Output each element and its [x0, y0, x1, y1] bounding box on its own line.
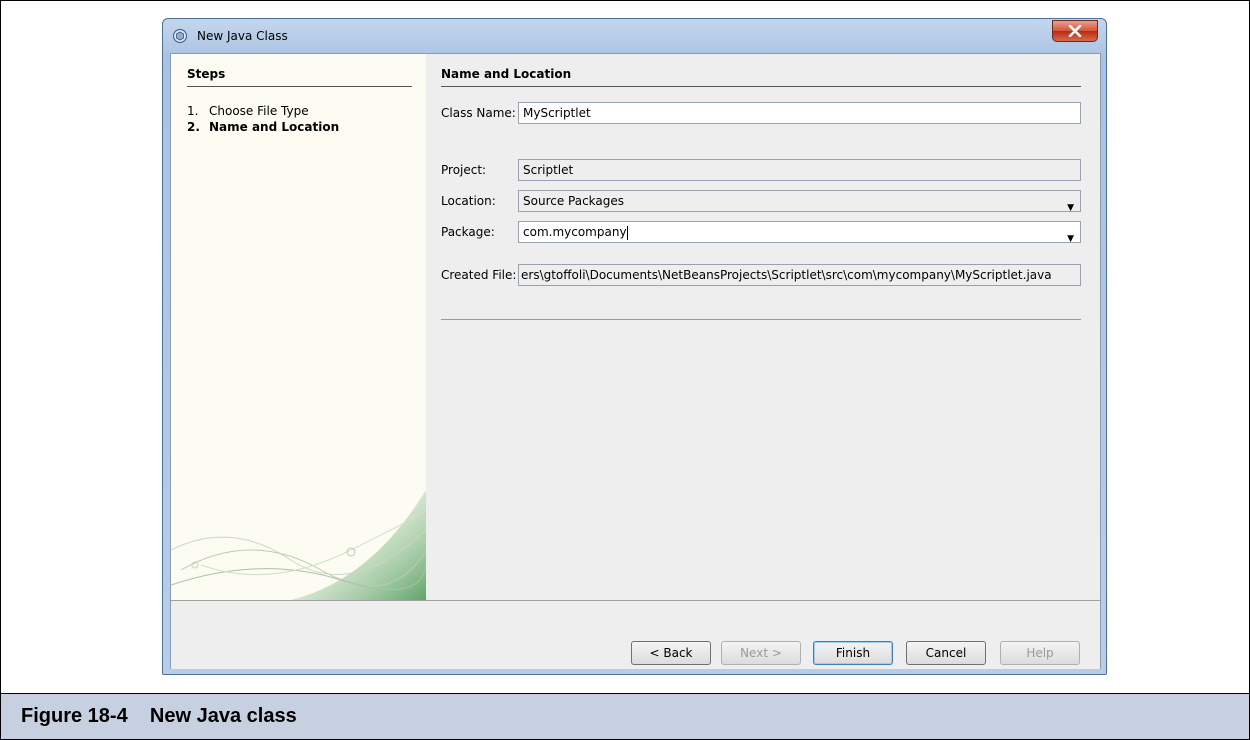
step-item-choose-file-type: 1. Choose File Type: [187, 104, 309, 118]
steps-heading: Steps: [187, 67, 226, 81]
finish-button[interactable]: Finish: [813, 641, 893, 665]
caption-text: Figure 18-4 New Java class: [21, 705, 297, 727]
location-dropdown[interactable]: Source Packages ▼: [518, 190, 1081, 212]
package-label: Package:: [441, 225, 495, 239]
created-file-field: ers\gtoffoli\Documents\NetBeansProjects\…: [518, 264, 1081, 286]
step-label: Name and Location: [209, 120, 340, 134]
step-label: Choose File Type: [209, 104, 309, 118]
location-label: Location:: [441, 194, 496, 208]
class-name-input[interactable]: MyScriptlet: [518, 102, 1081, 124]
project-value: Scriptlet: [523, 163, 574, 177]
chevron-down-icon: ▼: [1067, 234, 1074, 243]
cancel-button[interactable]: Cancel: [906, 641, 986, 665]
text-cursor: [626, 225, 628, 240]
figure-frame: New Java Class Steps 1. Choose File Type …: [0, 0, 1250, 740]
class-name-value: MyScriptlet: [523, 106, 591, 120]
chevron-down-icon: ▼: [1067, 203, 1074, 212]
step-number: 2.: [187, 120, 200, 134]
steps-panel: Steps 1. Choose File Type 2. Name and Loca…: [171, 54, 426, 600]
next-button[interactable]: Next >: [721, 641, 801, 665]
package-combobox[interactable]: com.mycompany ▼: [518, 221, 1081, 243]
created-file-value: ers\gtoffoli\Documents\NetBeansProjects\…: [521, 268, 1052, 282]
step-item-name-and-location: 2. Name and Location: [187, 120, 339, 134]
figure-caption: Figure 18-4 New Java class: [1, 694, 1249, 739]
section-divider: [441, 86, 1081, 87]
dialog-client: Steps 1. Choose File Type 2. Name and Loca…: [170, 53, 1101, 669]
button-bar: < Back Next > Finish Cancel Help: [171, 600, 1100, 669]
panel-separator: [441, 319, 1081, 320]
back-button[interactable]: < Back: [631, 641, 711, 665]
dialog-window: New Java Class Steps 1. Choose File Type …: [162, 18, 1107, 675]
project-field: Scriptlet: [518, 159, 1081, 181]
close-button[interactable]: [1052, 20, 1098, 42]
project-label: Project:: [441, 163, 487, 177]
location-value: Source Packages: [523, 194, 625, 208]
class-name-label: Class Name:: [441, 106, 516, 120]
java-class-icon: [172, 28, 188, 44]
package-value: com.mycompany: [523, 225, 627, 239]
name-location-panel: Name and Location Class Name: MyScriptle…: [427, 54, 1100, 600]
help-button[interactable]: Help: [1000, 641, 1080, 665]
created-file-label: Created File:: [441, 268, 517, 282]
steps-divider: [187, 86, 412, 87]
close-icon: [1068, 25, 1082, 37]
decorative-swirl-graphic: [171, 490, 426, 600]
window-title: New Java Class: [197, 29, 288, 43]
screenshot-area: New Java Class Steps 1. Choose File Type …: [1, 1, 1249, 694]
step-number: 1.: [187, 104, 199, 118]
section-heading: Name and Location: [441, 67, 572, 81]
title-bar[interactable]: New Java Class: [163, 19, 1106, 53]
